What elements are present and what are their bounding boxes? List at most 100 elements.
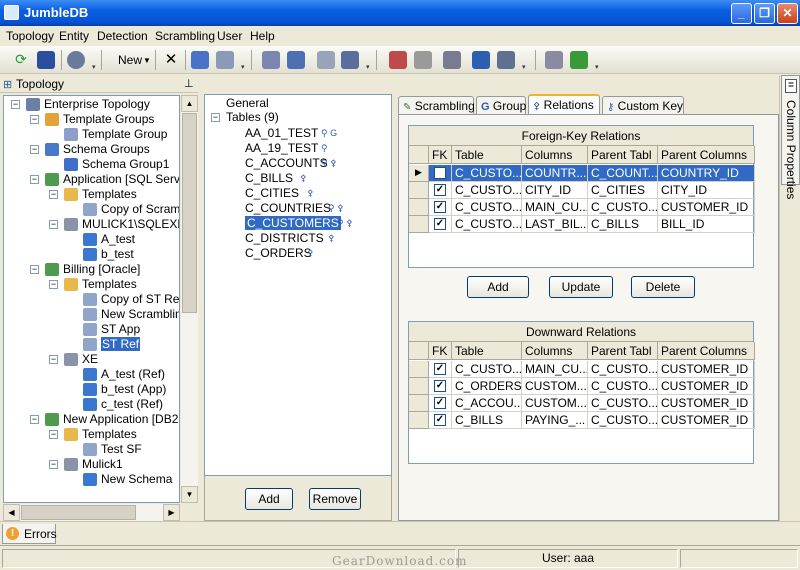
- tree-expander[interactable]: −: [49, 190, 58, 199]
- tree-node[interactable]: Schema Groups: [45, 142, 150, 157]
- close-button[interactable]: ✕: [777, 3, 798, 24]
- tree-expander[interactable]: −: [30, 175, 39, 184]
- grid-cell-table[interactable]: C_CUSTO...: [452, 182, 522, 199]
- grid-column-header[interactable]: Parent Columns: [658, 342, 755, 360]
- tree-node[interactable]: Copy of Scram: [83, 202, 179, 217]
- grid-cell-columns[interactable]: CUSTOM...: [522, 395, 588, 412]
- topology-tree[interactable]: − Enterprise Topology − Template Groups Temp…: [3, 95, 180, 503]
- grid-cell-columns[interactable]: CUSTOM...: [522, 378, 588, 395]
- tree-expander[interactable]: −: [49, 220, 58, 229]
- grid-cell-parent-columns[interactable]: CUSTOMER_ID: [658, 395, 755, 412]
- tree-node[interactable]: Test SF: [83, 442, 142, 457]
- tree-node[interactable]: b_test: [83, 247, 134, 262]
- grid-cell-columns[interactable]: MAIN_CU...: [522, 361, 588, 378]
- tree-node[interactable]: ST Ref: [83, 337, 141, 352]
- fk-checkbox[interactable]: ✓: [434, 380, 446, 392]
- grid-cell-columns[interactable]: COUNTR...: [522, 165, 588, 182]
- tables-node[interactable]: Tables (9): [226, 110, 279, 124]
- grid-cell-parent-columns[interactable]: CUSTOMER_ID: [658, 361, 755, 378]
- tree-node[interactable]: ST App: [83, 322, 140, 337]
- grid-cell-columns[interactable]: LAST_BIL...: [522, 216, 588, 233]
- add-relation-button[interactable]: Add: [467, 276, 529, 298]
- row-header[interactable]: [409, 378, 429, 395]
- grid-cell-parent-table[interactable]: C_BILLS: [588, 216, 658, 233]
- table-item[interactable]: C_ACCOUNTS: [245, 156, 328, 170]
- delete-relation-button[interactable]: Delete: [631, 276, 695, 298]
- grid-cell-table[interactable]: C_BILLS: [452, 412, 522, 429]
- grid-column-header[interactable]: Parent Columns: [658, 146, 755, 164]
- tree-icon[interactable]: [497, 51, 515, 69]
- grid-column-header[interactable]: Table: [452, 146, 522, 164]
- tab-custom-key[interactable]: ⚷ Custom Key: [602, 96, 684, 114]
- tree-expander[interactable]: −: [49, 280, 58, 289]
- grid-cell-parent-table[interactable]: C_CUSTO...: [588, 378, 658, 395]
- new-dropdown-icon[interactable]: ▼: [143, 56, 151, 65]
- copy-icon[interactable]: [216, 51, 234, 69]
- general-node[interactable]: General: [226, 96, 269, 110]
- tree-node[interactable]: New Scramblin: [83, 307, 179, 322]
- menu-user[interactable]: User: [217, 29, 242, 43]
- grid-column-header[interactable]: FK: [429, 146, 452, 164]
- foreign-key-grid[interactable]: Foreign-Key Relations FK Table Columns Pare…: [408, 125, 755, 268]
- grid-cell-table[interactable]: C_CUSTO...: [452, 216, 522, 233]
- tree-node[interactable]: New Application [DB2L: [45, 412, 179, 427]
- settings-icon[interactable]: [67, 51, 85, 69]
- scroll-thumb[interactable]: [182, 113, 197, 313]
- tree-node[interactable]: MULICK1\SQLEXP: [64, 217, 179, 232]
- function-icon[interactable]: [472, 51, 490, 69]
- grid-cell-parent-table[interactable]: C_CUSTO...: [588, 199, 658, 216]
- tree-horizontal-scrollbar[interactable]: ◀ ▶: [3, 504, 180, 521]
- errors-tab[interactable]: ! Errors: [2, 524, 57, 544]
- hscroll-thumb[interactable]: [21, 505, 136, 520]
- tree-expander[interactable]: −: [30, 415, 39, 424]
- remove-table-button[interactable]: Remove: [309, 488, 361, 510]
- row-header[interactable]: [409, 361, 429, 378]
- filter-icon[interactable]: [443, 51, 461, 69]
- pin-icon[interactable]: ⊥: [184, 77, 194, 90]
- tree-expander[interactable]: −: [49, 430, 58, 439]
- grid-cell-parent-table[interactable]: C_CITIES: [588, 182, 658, 199]
- column-properties-tab[interactable]: ≣ Column Properties: [781, 75, 800, 199]
- grid-cell-parent-table[interactable]: C_CUSTO...: [588, 361, 658, 378]
- row-header[interactable]: [409, 182, 429, 199]
- sql-icon[interactable]: [317, 51, 335, 69]
- grid-cell-table[interactable]: C_CUSTO...: [452, 361, 522, 378]
- tree-node[interactable]: New Schema: [83, 472, 172, 487]
- menu-entity[interactable]: Entity: [59, 29, 89, 43]
- user-add-icon[interactable]: [570, 51, 588, 69]
- grid-cell-columns[interactable]: PAYING_...: [522, 412, 588, 429]
- tree-expander[interactable]: −: [30, 265, 39, 274]
- tab-scrambling[interactable]: ✎ Scrambling: [398, 96, 475, 114]
- tree-expander[interactable]: −: [11, 100, 20, 109]
- row-header[interactable]: [409, 395, 429, 412]
- report-icon[interactable]: [287, 51, 305, 69]
- downward-relations-grid[interactable]: Downward Relations FK Table Columns Parent …: [408, 321, 755, 464]
- delete-icon[interactable]: ✕: [162, 51, 180, 69]
- row-header[interactable]: [409, 216, 429, 233]
- grid-column-header[interactable]: FK: [429, 342, 452, 360]
- add-table-button[interactable]: Add: [245, 488, 293, 510]
- unscramble-icon[interactable]: [414, 51, 432, 69]
- tree-node[interactable]: Billing [Oracle]: [45, 262, 140, 277]
- tree-node[interactable]: Enterprise Topology: [26, 97, 150, 112]
- tree-node[interactable]: Mulick1: [64, 457, 123, 472]
- table-item[interactable]: C_ORDERS: [245, 246, 312, 260]
- tree-node[interactable]: Templates: [64, 187, 137, 202]
- tab-relations[interactable]: ⚴ Relations: [528, 94, 600, 115]
- grid-cell-table[interactable]: C_ACCOU...: [452, 395, 522, 412]
- row-header[interactable]: [409, 412, 429, 429]
- scroll-up-icon[interactable]: ▲: [181, 95, 198, 112]
- table-item[interactable]: AA_01_TEST: [245, 126, 318, 140]
- tree-node[interactable]: A_test (Ref): [83, 367, 165, 382]
- tree-node[interactable]: Templates: [64, 427, 137, 442]
- grid-column-header[interactable]: Parent Tabl: [588, 342, 658, 360]
- import-icon[interactable]: [191, 51, 209, 69]
- refresh-icon[interactable]: ⟳: [12, 51, 30, 69]
- tree-node[interactable]: Copy of ST Ref: [83, 292, 179, 307]
- tree-vertical-scrollbar[interactable]: ▲ ▼: [181, 95, 198, 503]
- grid-cell-table[interactable]: C_ORDERS: [452, 378, 522, 395]
- row-header[interactable]: [409, 199, 429, 216]
- row-header[interactable]: ▶: [409, 165, 429, 182]
- fk-checkbox[interactable]: ✓: [434, 397, 446, 409]
- grid-cell-parent-columns[interactable]: CUSTOMER_ID: [658, 412, 755, 429]
